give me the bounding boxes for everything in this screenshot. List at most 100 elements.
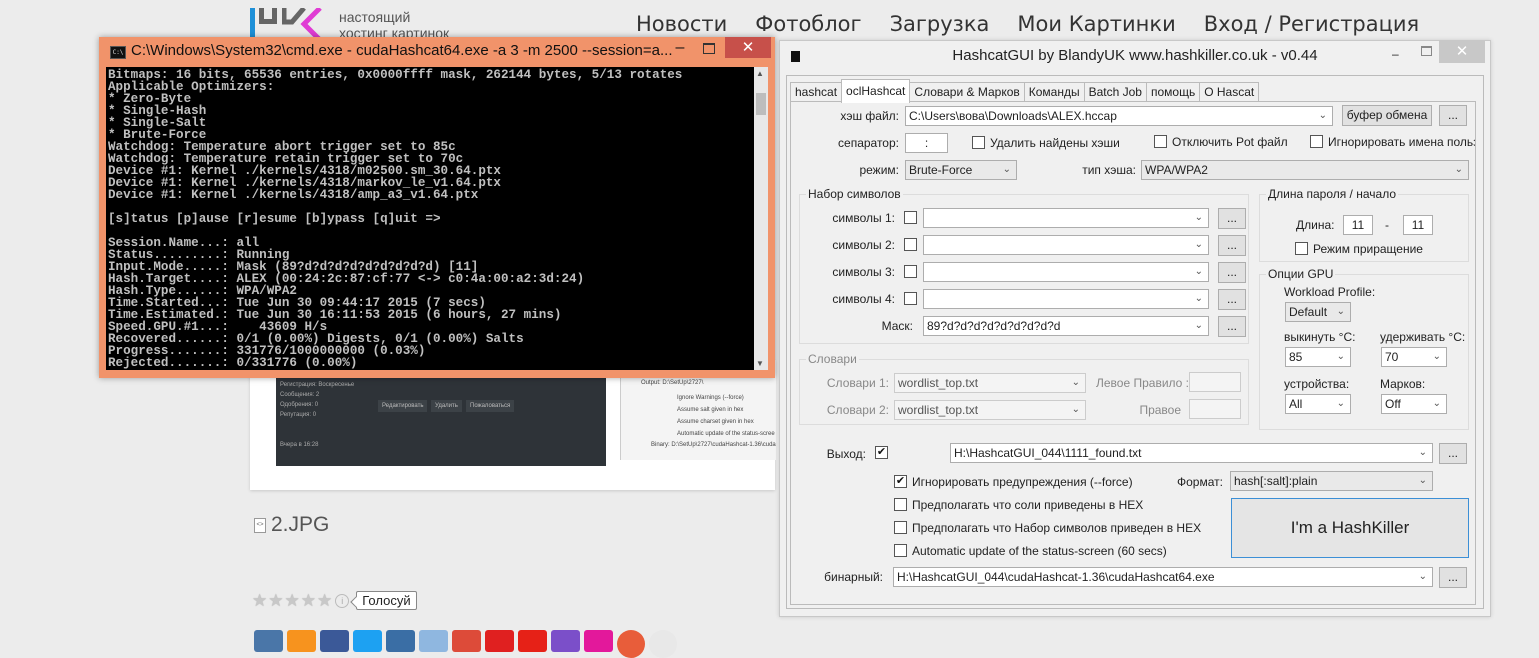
hash-file-browse-button[interactable]: ... [1439,105,1467,126]
workload-profile-select[interactable]: Default ⌄ [1285,302,1351,322]
chevron-down-icon[interactable]: ⌄ [1195,263,1203,281]
tab-about[interactable]: О Hascat [1199,82,1260,102]
dict1-select[interactable]: wordlist_top.txt ⌄ [894,373,1086,393]
close-button[interactable]: ✕ [725,37,771,58]
chevron-down-icon[interactable]: ⌄ [1195,290,1203,308]
close-button[interactable]: ✕ [1439,41,1485,63]
maximize-button[interactable] [1421,46,1432,56]
binary-browse-button[interactable]: ... [1439,567,1467,588]
start-hashkiller-button[interactable]: I'm a HashKiller [1231,498,1469,558]
share-button[interactable] [518,630,547,652]
image-preview[interactable]: Регистрация: Воскресенье Сообщения: 2 Од… [250,360,776,490]
minimize-button[interactable]: – [1392,47,1399,61]
share-button[interactable] [287,630,316,652]
share-button[interactable] [452,630,481,652]
chevron-down-icon[interactable]: ⌄ [1337,348,1345,366]
clipboard-button[interactable]: буфер обмена [1342,105,1432,126]
option-checkbox[interactable] [894,544,907,557]
output-checkbox[interactable]: ✔ [875,446,888,459]
tab-batch-job[interactable]: Batch Job [1083,82,1147,102]
left-rule-input[interactable] [1189,372,1241,392]
nav-login-register[interactable]: Вход / Регистрация [1204,12,1419,36]
format-select[interactable]: hash[:salt]:plain ⌄ [1230,471,1433,491]
tab-oclhashcat[interactable]: oclHashcat [841,79,911,103]
chevron-down-icon[interactable]: ⌄ [1072,401,1080,419]
chevron-down-icon[interactable]: ⌄ [1319,107,1327,125]
charset-combo[interactable]: ⌄ [923,235,1209,255]
charset-browse-button[interactable]: ... [1218,208,1246,229]
length-max-input[interactable]: 11 [1403,215,1433,235]
share-button[interactable] [485,630,514,652]
markov-select[interactable]: Off ⌄ [1381,394,1447,414]
share-button[interactable] [254,630,283,652]
star-icon[interactable]: ★ [268,591,283,610]
scroll-down-icon[interactable]: ▼ [756,359,764,368]
share-button[interactable] [551,630,580,652]
chevron-down-icon[interactable]: ⌄ [1195,317,1203,335]
mask-browse-button[interactable]: ... [1218,316,1246,337]
info-icon[interactable]: i [335,593,350,608]
right-rule-input[interactable] [1189,399,1241,419]
binary-combo[interactable]: H:\HashcatGUI_044\cudaHashcat-1.36\cudaH… [893,567,1433,587]
share-button[interactable] [386,630,415,652]
hash-file-combo[interactable]: C:\Users\вова\Downloads\ALEX.hccap ⌄ [905,106,1333,126]
output-browse-button[interactable]: ... [1439,443,1467,464]
tab-help[interactable]: помощь [1145,82,1201,102]
option-checkbox[interactable] [894,498,907,511]
chevron-down-icon[interactable]: ⌄ [1419,444,1427,462]
minimize-button[interactable]: – [670,39,690,59]
charset-combo[interactable]: ⌄ [923,289,1209,309]
charset-combo[interactable]: ⌄ [923,208,1209,228]
star-icon[interactable]: ★ [317,591,332,610]
star-icon[interactable]: ★ [252,591,267,610]
nav-photoblog[interactable]: Фотоблог [755,12,861,36]
tab-dictionaries-markov[interactable]: Словари & Марков [909,82,1025,102]
mask-combo[interactable]: 89?d?d?d?d?d?d?d?d?d ⌄ [923,316,1209,336]
mode-select[interactable]: Brute-Force ⌄ [905,160,1017,180]
charset-browse-button[interactable]: ... [1218,289,1246,310]
share-button[interactable] [617,630,645,658]
console-scrollbar[interactable]: ▲ ▼ [754,67,768,370]
chevron-down-icon[interactable]: ⌄ [1419,568,1427,586]
charset-combo[interactable]: ⌄ [923,262,1209,282]
tab-commands[interactable]: Команды [1023,82,1085,102]
nav-my-pictures[interactable]: Мои Картинки [1017,12,1175,36]
chevron-down-icon[interactable]: ⌄ [1003,161,1011,179]
chevron-down-icon[interactable]: ⌄ [1337,303,1345,321]
scroll-up-icon[interactable]: ▲ [756,69,764,78]
nav-news[interactable]: Новости [636,12,727,36]
length-min-input[interactable]: 11 [1343,215,1373,235]
star-icon[interactable]: ★ [285,591,300,610]
chevron-down-icon[interactable]: ⌄ [1072,374,1080,392]
share-button[interactable] [649,630,677,658]
charset-checkbox[interactable] [904,238,917,251]
delete-found-checkbox[interactable] [972,136,985,149]
site-logo[interactable] [250,6,330,40]
charset-browse-button[interactable]: ... [1218,262,1246,283]
charset-checkbox[interactable] [904,292,917,305]
disable-pot-checkbox[interactable] [1154,135,1167,148]
chevron-down-icon[interactable]: ⌄ [1195,209,1203,227]
charset-checkbox[interactable] [904,265,917,278]
output-combo[interactable]: H:\HashcatGUI_044\1111_found.txt ⌄ [950,443,1433,463]
charset-checkbox[interactable] [904,211,917,224]
dict2-select[interactable]: wordlist_top.txt ⌄ [894,400,1086,420]
console-output[interactable]: Bitmaps: 16 bits, 65536 entries, 0x0000f… [106,67,754,370]
abort-temp-select[interactable]: 85 ⌄ [1285,347,1351,367]
chevron-down-icon[interactable]: ⌄ [1337,395,1345,413]
hash-type-select[interactable]: WPA/WPA2 ⌄ [1141,160,1469,180]
scrollbar-thumb[interactable] [756,93,766,115]
separator-input[interactable]: : [905,133,948,153]
star-icon[interactable]: ★ [301,591,316,610]
chevron-down-icon[interactable]: ⌄ [1433,348,1441,366]
nav-upload[interactable]: Загрузка [890,12,990,36]
chevron-down-icon[interactable]: ⌄ [1195,236,1203,254]
option-checkbox[interactable] [894,521,907,534]
share-button[interactable] [320,630,349,652]
chevron-down-icon[interactable]: ⌄ [1419,472,1427,490]
retain-temp-select[interactable]: 70 ⌄ [1381,347,1447,367]
tab-hashcat[interactable]: hashcat [790,82,843,102]
charset-browse-button[interactable]: ... [1218,235,1246,256]
devices-select[interactable]: All ⌄ [1285,394,1351,414]
option-checkbox[interactable]: ✔ [894,475,907,488]
